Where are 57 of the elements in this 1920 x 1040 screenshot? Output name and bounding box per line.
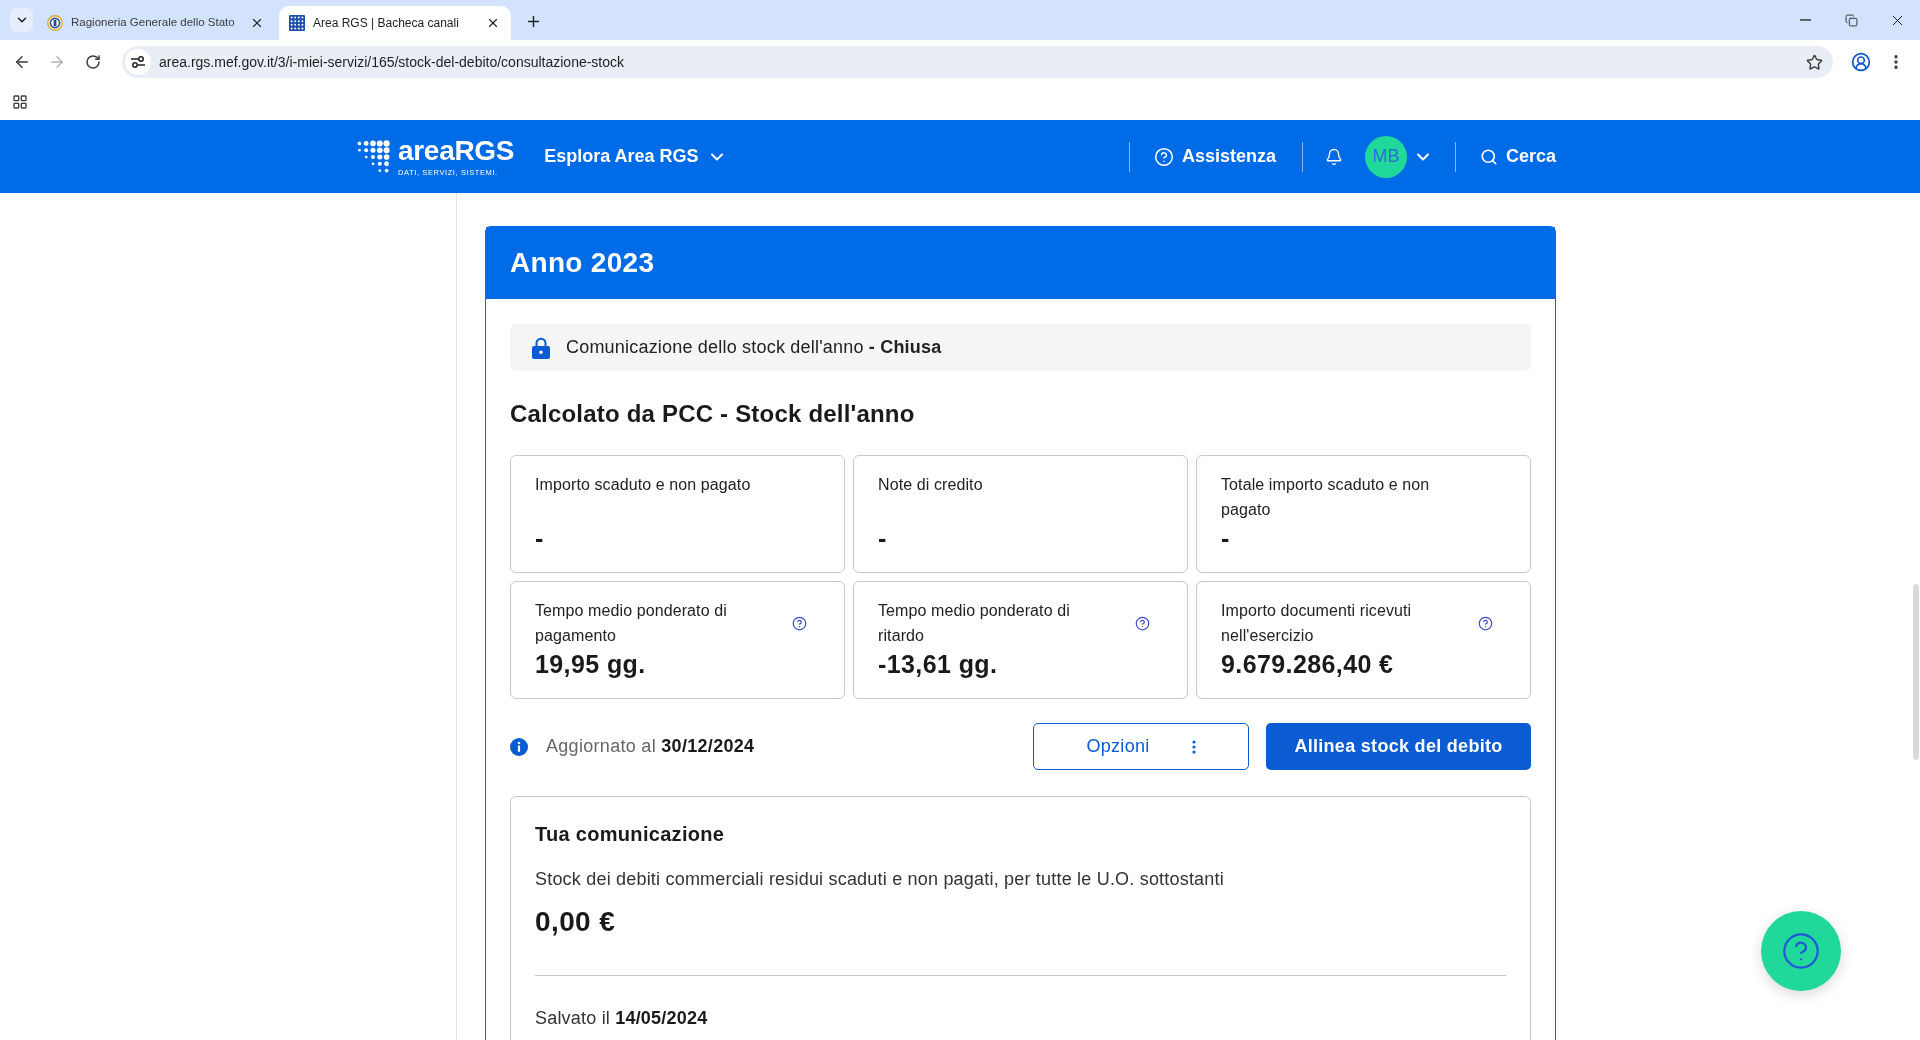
- communication-title: Tua comunicazione: [535, 822, 726, 846]
- bookmark-star-icon[interactable]: [1806, 53, 1823, 71]
- profile-icon[interactable]: [1851, 52, 1871, 72]
- stat-label: Note di credito: [878, 475, 984, 495]
- round-emblem-icon: [47, 15, 63, 31]
- minimize-icon: [1799, 19, 1811, 21]
- status-text: Comunicazione dello stock dell'anno - Chiusa: [566, 336, 942, 359]
- primary-button[interactable]: Allinea stock del debito: [1266, 723, 1531, 770]
- stat-value: 9.679.286,40 €: [1221, 649, 1395, 680]
- stat-value: -: [1221, 523, 1231, 554]
- browser-tab[interactable]: Area RGS | Bacheca canali: [279, 6, 511, 40]
- url-text: area.rgs.mef.gov.it/3/i-miei-servizi/165/stock-del-debito/consultazione-stock: [159, 52, 625, 72]
- tab-search-button[interactable]: [10, 8, 33, 32]
- browser-tab[interactable]: Ragioneria Generale dello Stato: [37, 6, 275, 40]
- stat-label: Tempo medio ponderato di pagamento: [535, 601, 728, 646]
- help-icon[interactable]: [1478, 615, 1493, 631]
- stat-label: Importo scaduto e non pagato: [535, 475, 752, 495]
- info-icon: [510, 737, 528, 756]
- search-button[interactable]: Cerca: [1479, 143, 1556, 170]
- help-icon: [1153, 146, 1174, 167]
- updated-text: Aggiornato al 30/12/2024: [546, 735, 755, 758]
- stat-value: -: [535, 523, 545, 554]
- help-icon[interactable]: [1135, 615, 1150, 631]
- brand-name: areaRGS: [398, 136, 515, 165]
- close-icon: [486, 16, 500, 30]
- communication-amount: 0,00 €: [535, 905, 617, 939]
- options-button[interactable]: Opzioni: [1033, 723, 1249, 770]
- dot-grid-favicon-icon: [289, 15, 305, 31]
- floating-help-button[interactable]: [1761, 911, 1841, 991]
- stat-label: Importo documenti ricevuti nell'esercizio: [1221, 601, 1413, 646]
- help-icon: [1781, 931, 1821, 971]
- stat-label: Totale importo scaduto e non pagato: [1221, 475, 1431, 520]
- communication-description: Stock dei debiti commerciali residui scaduti e non pagati, per tutte le U.O. sottostanti: [535, 868, 1225, 891]
- forward-arrow-icon: [48, 53, 66, 71]
- stat-value: 19,95 gg.: [535, 649, 647, 680]
- close-icon: [250, 16, 264, 30]
- restore-icon: [1844, 13, 1858, 27]
- lock-icon: [532, 336, 550, 359]
- explore-menu-button[interactable]: Esplora Area RGS: [544, 143, 727, 170]
- saved-text: Salvato il 14/05/2024: [535, 1007, 709, 1030]
- kebab-icon: [1191, 739, 1196, 754]
- bell-icon[interactable]: [1324, 147, 1343, 166]
- dot-grid-logo-icon: [356, 139, 390, 174]
- address-bar[interactable]: area.rgs.mef.gov.it/3/i-miei-servizi/165/stock-del-debito/consultazione-stock: [122, 46, 1833, 78]
- reload-icon: [85, 54, 101, 70]
- section-title: Calcolato da PCC - Stock dell'anno: [510, 399, 916, 429]
- site-info-button[interactable]: [125, 49, 151, 75]
- stat-value: -13,61 gg.: [878, 649, 999, 680]
- help-link[interactable]: Assistenza: [1153, 143, 1276, 170]
- apps-grid-icon[interactable]: [12, 94, 28, 110]
- stat-value: -: [878, 523, 888, 554]
- card-title: Anno 2023: [510, 246, 655, 280]
- scrollbar-thumb[interactable]: [1913, 584, 1919, 760]
- stat-label: Tempo medio ponderato di ritardo: [878, 601, 1071, 646]
- search-icon: [1479, 147, 1498, 166]
- sliders-icon: [131, 56, 145, 68]
- help-icon[interactable]: [792, 615, 807, 631]
